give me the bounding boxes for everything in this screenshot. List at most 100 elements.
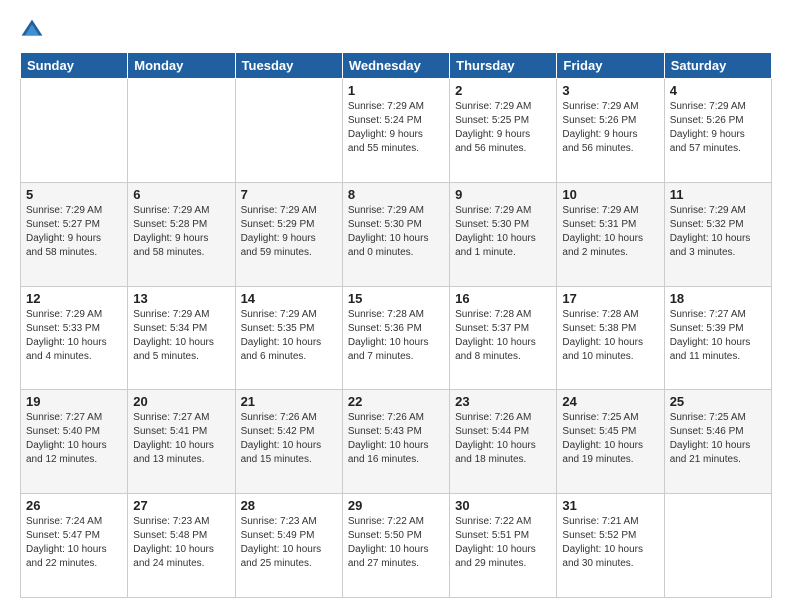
day-number: 19 (26, 394, 122, 409)
weekday-header: Sunday (21, 53, 128, 79)
day-number: 6 (133, 187, 229, 202)
calendar-cell: 13 Sunrise: 7:29 AMSunset: 5:34 PMDayligh… (128, 286, 235, 390)
day-number: 29 (348, 498, 444, 513)
day-number: 12 (26, 291, 122, 306)
day-number: 4 (670, 83, 766, 98)
day-detail: Sunrise: 7:23 AMSunset: 5:49 PMDaylight:… (241, 515, 337, 571)
calendar-cell: 3Sunrise: 7:29 AMSunset: 5:26 PMDaylight… (557, 79, 664, 183)
day-number: 24 (562, 394, 658, 409)
calendar-cell: 27 Sunrise: 7:23 AMSunset: 5:48 PMDayligh… (128, 494, 235, 598)
day-detail: Sunrise: 7:25 AMSunset: 5:45 PMDaylight:… (562, 411, 658, 467)
day-detail: Sunrise: 7:29 AMSunset: 5:35 PMDaylight:… (241, 308, 337, 364)
calendar-cell: 11Sunrise: 7:29 AMSunset: 5:32 PMDayligh… (664, 182, 771, 286)
day-detail: Sunrise: 7:29 AMSunset: 5:27 PMDaylight:… (26, 204, 122, 260)
header (20, 18, 772, 42)
day-number: 10 (562, 187, 658, 202)
day-detail: Sunrise: 7:29 AMSunset: 5:33 PMDaylight:… (26, 308, 122, 364)
day-number: 5 (26, 187, 122, 202)
calendar-cell: 17Sunrise: 7:28 AMSunset: 5:38 PMDayligh… (557, 286, 664, 390)
day-number: 23 (455, 394, 551, 409)
day-number: 8 (348, 187, 444, 202)
day-number: 7 (241, 187, 337, 202)
day-number: 2 (455, 83, 551, 98)
day-detail: Sunrise: 7:29 AMSunset: 5:29 PMDaylight:… (241, 204, 337, 260)
calendar-cell: 16 Sunrise: 7:28 AMSunset: 5:37 PMDayligh… (450, 286, 557, 390)
calendar-cell: 9Sunrise: 7:29 AMSunset: 5:30 PMDaylight… (450, 182, 557, 286)
day-detail: Sunrise: 7:29 AMSunset: 5:34 PMDaylight:… (133, 308, 229, 364)
day-detail: Sunrise: 7:28 AMSunset: 5:37 PMDaylight:… (455, 308, 551, 364)
weekday-header-row: SundayMondayTuesdayWednesdayThursdayFrid… (21, 53, 772, 79)
calendar-cell: 12 Sunrise: 7:29 AMSunset: 5:33 PMDayligh… (21, 286, 128, 390)
calendar-week-row: 19 Sunrise: 7:27 AMSunset: 5:40 PMDayligh… (21, 390, 772, 494)
day-detail: Sunrise: 7:29 AMSunset: 5:26 PMDaylight:… (562, 100, 658, 156)
day-number: 15 (348, 291, 444, 306)
day-detail: Sunrise: 7:27 AMSunset: 5:40 PMDaylight:… (26, 411, 122, 467)
day-number: 16 (455, 291, 551, 306)
calendar-cell: 2 Sunrise: 7:29 AMSunset: 5:25 PMDaylight… (450, 79, 557, 183)
calendar-cell: 4 Sunrise: 7:29 AMSunset: 5:26 PMDaylight… (664, 79, 771, 183)
calendar-cell: 14 Sunrise: 7:29 AMSunset: 5:35 PMDayligh… (235, 286, 342, 390)
day-detail: Sunrise: 7:21 AMSunset: 5:52 PMDaylight:… (562, 515, 658, 571)
calendar-cell: 15 Sunrise: 7:28 AMSunset: 5:36 PMDayligh… (342, 286, 449, 390)
day-detail: Sunrise: 7:29 AMSunset: 5:28 PMDaylight:… (133, 204, 229, 260)
day-number: 28 (241, 498, 337, 513)
calendar-cell: 24 Sunrise: 7:25 AMSunset: 5:45 PMDayligh… (557, 390, 664, 494)
day-number: 27 (133, 498, 229, 513)
day-number: 17 (562, 291, 658, 306)
page: SundayMondayTuesdayWednesdayThursdayFrid… (0, 0, 792, 612)
day-detail: Sunrise: 7:23 AMSunset: 5:48 PMDaylight:… (133, 515, 229, 571)
day-number: 26 (26, 498, 122, 513)
day-number: 20 (133, 394, 229, 409)
day-detail: Sunrise: 7:29 AMSunset: 5:25 PMDaylight:… (455, 100, 551, 156)
day-detail: Sunrise: 7:25 AMSunset: 5:46 PMDaylight:… (670, 411, 766, 467)
calendar-cell (235, 79, 342, 183)
calendar: SundayMondayTuesdayWednesdayThursdayFrid… (20, 52, 772, 598)
day-number: 21 (241, 394, 337, 409)
calendar-cell: 18Sunrise: 7:27 AMSunset: 5:39 PMDayligh… (664, 286, 771, 390)
calendar-cell: 7 Sunrise: 7:29 AMSunset: 5:29 PMDaylight… (235, 182, 342, 286)
calendar-cell: 5 Sunrise: 7:29 AMSunset: 5:27 PMDaylight… (21, 182, 128, 286)
calendar-week-row: 12 Sunrise: 7:29 AMSunset: 5:33 PMDayligh… (21, 286, 772, 390)
calendar-cell: 23Sunrise: 7:26 AMSunset: 5:44 PMDayligh… (450, 390, 557, 494)
logo (20, 18, 48, 42)
calendar-cell: 19 Sunrise: 7:27 AMSunset: 5:40 PMDayligh… (21, 390, 128, 494)
day-number: 9 (455, 187, 551, 202)
calendar-cell: 26 Sunrise: 7:24 AMSunset: 5:47 PMDayligh… (21, 494, 128, 598)
day-detail: Sunrise: 7:26 AMSunset: 5:43 PMDaylight:… (348, 411, 444, 467)
weekday-header: Thursday (450, 53, 557, 79)
calendar-cell: 31Sunrise: 7:21 AMSunset: 5:52 PMDayligh… (557, 494, 664, 598)
weekday-header: Monday (128, 53, 235, 79)
calendar-cell: 8 Sunrise: 7:29 AMSunset: 5:30 PMDaylight… (342, 182, 449, 286)
calendar-week-row: 26 Sunrise: 7:24 AMSunset: 5:47 PMDayligh… (21, 494, 772, 598)
day-number: 13 (133, 291, 229, 306)
calendar-cell: 29 Sunrise: 7:22 AMSunset: 5:50 PMDayligh… (342, 494, 449, 598)
calendar-cell: 6 Sunrise: 7:29 AMSunset: 5:28 PMDaylight… (128, 182, 235, 286)
day-number: 25 (670, 394, 766, 409)
day-number: 30 (455, 498, 551, 513)
day-detail: Sunrise: 7:29 AMSunset: 5:26 PMDaylight:… (670, 100, 766, 156)
calendar-cell (21, 79, 128, 183)
calendar-cell: 20 Sunrise: 7:27 AMSunset: 5:41 PMDayligh… (128, 390, 235, 494)
calendar-cell (128, 79, 235, 183)
day-detail: Sunrise: 7:22 AMSunset: 5:51 PMDaylight:… (455, 515, 551, 571)
day-number: 1 (348, 83, 444, 98)
day-detail: Sunrise: 7:28 AMSunset: 5:36 PMDaylight:… (348, 308, 444, 364)
day-detail: Sunrise: 7:29 AMSunset: 5:31 PMDaylight:… (562, 204, 658, 260)
day-detail: Sunrise: 7:29 AMSunset: 5:24 PMDaylight:… (348, 100, 444, 156)
weekday-header: Saturday (664, 53, 771, 79)
day-detail: Sunrise: 7:26 AMSunset: 5:42 PMDaylight:… (241, 411, 337, 467)
day-detail: Sunrise: 7:27 AMSunset: 5:39 PMDaylight:… (670, 308, 766, 364)
calendar-cell: 25 Sunrise: 7:25 AMSunset: 5:46 PMDayligh… (664, 390, 771, 494)
calendar-cell: 10 Sunrise: 7:29 AMSunset: 5:31 PMDayligh… (557, 182, 664, 286)
calendar-cell: 22Sunrise: 7:26 AMSunset: 5:43 PMDayligh… (342, 390, 449, 494)
calendar-cell (664, 494, 771, 598)
weekday-header: Friday (557, 53, 664, 79)
day-number: 14 (241, 291, 337, 306)
day-detail: Sunrise: 7:22 AMSunset: 5:50 PMDaylight:… (348, 515, 444, 571)
day-detail: Sunrise: 7:29 AMSunset: 5:30 PMDaylight:… (348, 204, 444, 260)
day-detail: Sunrise: 7:24 AMSunset: 5:47 PMDaylight:… (26, 515, 122, 571)
weekday-header: Tuesday (235, 53, 342, 79)
calendar-week-row: 1 Sunrise: 7:29 AMSunset: 5:24 PMDaylight… (21, 79, 772, 183)
day-detail: Sunrise: 7:27 AMSunset: 5:41 PMDaylight:… (133, 411, 229, 467)
day-number: 11 (670, 187, 766, 202)
